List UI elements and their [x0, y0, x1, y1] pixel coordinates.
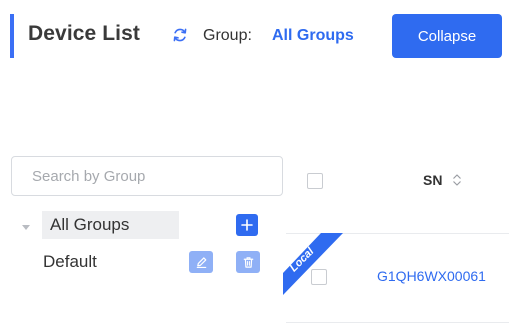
tree-expand-caret-icon[interactable]	[22, 225, 30, 230]
refresh-icon[interactable]	[171, 26, 189, 44]
select-all-checkbox[interactable]	[307, 173, 323, 189]
device-sn-link[interactable]: G1QH6WX00061	[377, 268, 486, 284]
title-accent-bar	[10, 14, 14, 58]
tree-node-all-groups[interactable]: All Groups	[42, 211, 179, 239]
tree-node-default[interactable]: Default	[42, 250, 179, 276]
add-group-button[interactable]	[236, 214, 258, 236]
tree-node-label: All Groups	[50, 215, 130, 234]
column-header-sn[interactable]: SN	[423, 172, 442, 188]
sort-icon[interactable]	[452, 173, 462, 187]
page-title: Device List	[28, 22, 140, 45]
collapse-button[interactable]: Collapse	[392, 14, 502, 58]
group-selector-link[interactable]: All Groups	[272, 27, 354, 45]
row-checkbox[interactable]	[311, 269, 327, 285]
pencil-icon	[196, 256, 206, 268]
trash-icon	[243, 256, 253, 268]
tree-node-label: Default	[43, 252, 97, 271]
plus-icon	[241, 219, 253, 231]
delete-group-button[interactable]	[236, 251, 260, 273]
edit-group-button[interactable]	[189, 251, 213, 273]
group-search-input[interactable]	[11, 156, 283, 196]
group-label: Group:	[203, 27, 252, 44]
